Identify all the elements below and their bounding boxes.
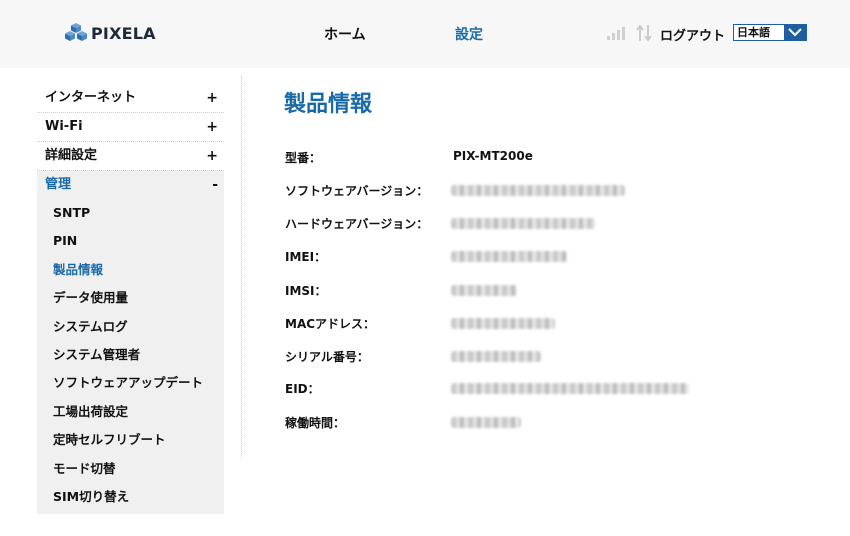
info-label: 稼働時間： bbox=[285, 416, 346, 430]
language-select-value: 日本語 bbox=[737, 26, 770, 39]
page-title: 製品情報 bbox=[284, 92, 373, 117]
info-row-mac-address: MACアドレス： bbox=[285, 315, 785, 335]
sidebar-item-data-usage[interactable]: データ使用量 bbox=[37, 284, 224, 312]
expand-icon: + bbox=[206, 148, 218, 164]
sidebar-group-management[interactable]: 管理 - bbox=[37, 171, 224, 199]
signal-strength-icon bbox=[607, 27, 625, 40]
sidebar-item-factory-reset[interactable]: 工場出荷設定 bbox=[37, 398, 224, 426]
masked-value bbox=[451, 285, 517, 296]
sidebar-group-advanced-settings[interactable]: 詳細設定 + bbox=[37, 142, 224, 171]
info-row-software-version: ソフトウェアバージョン： bbox=[285, 182, 785, 202]
sidebar-item-scheduled-reboot[interactable]: 定時セルフリブート bbox=[37, 426, 224, 454]
nav-settings-link[interactable]: 設定 bbox=[455, 24, 483, 44]
info-label: 型番： bbox=[285, 151, 322, 165]
sidebar-item-system-log[interactable]: システムログ bbox=[37, 313, 224, 341]
info-row-imei: IMEI： bbox=[285, 248, 785, 268]
info-row-serial-number: シリアル番号： bbox=[285, 348, 785, 368]
masked-value bbox=[451, 251, 567, 262]
sidebar-group-internet[interactable]: インターネット + bbox=[37, 84, 224, 113]
sidebar-group-label: 管理 bbox=[45, 177, 72, 192]
sidebar-item-system-admin[interactable]: システム管理者 bbox=[37, 341, 224, 369]
info-value: PIX-MT200e bbox=[453, 149, 533, 163]
language-select[interactable]: 日本語 bbox=[733, 24, 807, 41]
info-row-hardware-version: ハードウェアバージョン： bbox=[285, 215, 785, 235]
info-row-uptime: 稼働時間： bbox=[285, 414, 785, 434]
sidebar-group-label: Wi-Fi bbox=[45, 119, 83, 134]
sidebar-item-software-update[interactable]: ソフトウェアアップデート bbox=[37, 369, 224, 397]
masked-value bbox=[451, 185, 625, 196]
sidebar-item-pin[interactable]: PIN bbox=[37, 227, 224, 255]
sidebar-group-label: 詳細設定 bbox=[45, 148, 98, 163]
sidebar-group-wifi[interactable]: Wi-Fi + bbox=[37, 113, 224, 142]
logout-link[interactable]: ログアウト bbox=[660, 25, 725, 44]
info-label: IMEI： bbox=[285, 250, 327, 264]
sidebar-item-mode-switch[interactable]: モード切替 bbox=[37, 455, 224, 483]
sidebar-menu: インターネット + Wi-Fi + 詳細設定 + 管理 - SNTP PIN 製… bbox=[37, 84, 224, 515]
brand-logo[interactable]: PIXELA bbox=[64, 22, 156, 44]
expand-icon: + bbox=[206, 119, 218, 135]
masked-value bbox=[451, 351, 541, 362]
expand-icon: + bbox=[206, 90, 218, 106]
masked-value bbox=[451, 383, 689, 394]
info-label: MACアドレス： bbox=[285, 317, 376, 331]
sidebar-item-sim-switch[interactable]: SIM切り替え bbox=[37, 483, 224, 511]
info-label: ソフトウェアバージョン： bbox=[285, 184, 429, 198]
sidebar-item-product-info[interactable]: 製品情報 bbox=[37, 256, 224, 284]
chevron-down-icon bbox=[784, 25, 806, 40]
content-divider bbox=[241, 76, 242, 458]
info-label: IMSI： bbox=[285, 284, 327, 298]
sidebar-item-sntp[interactable]: SNTP bbox=[37, 199, 224, 227]
collapse-icon: - bbox=[212, 177, 218, 193]
management-submenu: SNTP PIN 製品情報 データ使用量 システムログ システム管理者 ソフトウ… bbox=[37, 199, 224, 515]
masked-value bbox=[451, 318, 555, 329]
masked-value bbox=[451, 218, 595, 229]
info-row-model: 型番： PIX-MT200e bbox=[285, 149, 785, 169]
nav-home-link[interactable]: ホーム bbox=[324, 24, 366, 44]
logo-cubes-icon bbox=[65, 23, 87, 41]
sidebar-group-label: インターネット bbox=[45, 90, 137, 105]
data-transfer-icon bbox=[636, 24, 652, 42]
info-row-imsi: IMSI： bbox=[285, 282, 785, 302]
top-header: PIXELA ホーム 設定 ログアウト 日本語 bbox=[0, 0, 850, 68]
brand-name: PIXELA bbox=[91, 23, 156, 43]
info-label: ハードウェアバージョン： bbox=[285, 217, 429, 231]
info-row-eid: EID： bbox=[285, 380, 785, 400]
info-label: シリアル番号： bbox=[285, 350, 369, 364]
info-label: EID： bbox=[285, 382, 320, 396]
masked-value bbox=[451, 417, 521, 428]
